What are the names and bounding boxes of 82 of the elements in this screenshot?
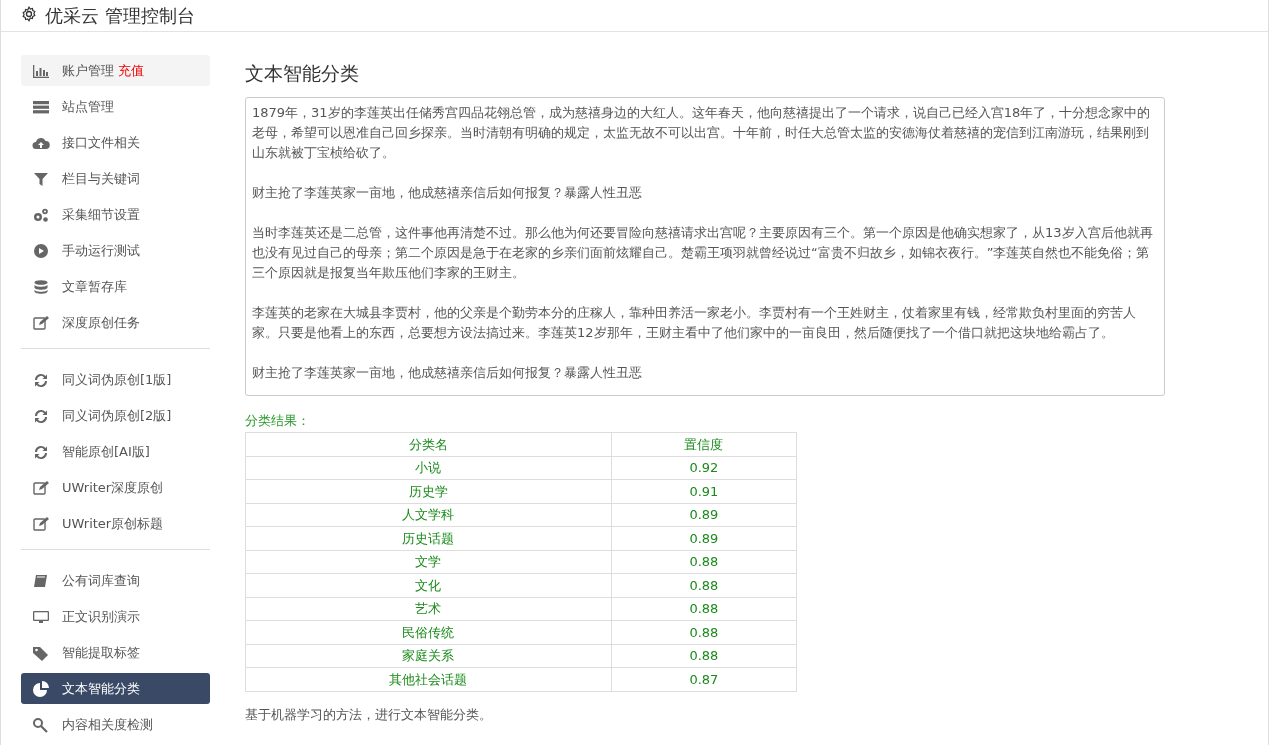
sidebar-item[interactable]: 智能提取标签 xyxy=(21,637,210,668)
table-cell: 小说 xyxy=(245,456,612,480)
sidebar-label: 智能提取标签 xyxy=(62,643,140,662)
table-cell: 艺术 xyxy=(245,597,612,621)
edit-icon xyxy=(32,314,50,331)
magnifier-icon xyxy=(32,716,50,733)
refresh-icon xyxy=(32,407,50,424)
edit-icon xyxy=(32,479,50,496)
sidebar-label: 采集细节设置 xyxy=(62,205,140,224)
settings-icon xyxy=(21,6,37,22)
table-cell: 0.88 xyxy=(611,550,797,574)
book-icon xyxy=(32,572,50,589)
sidebar-label: 正文识别演示 xyxy=(62,607,140,626)
table-cell: 0.87 xyxy=(611,667,797,692)
sidebar-item[interactable]: 栏目与关键词 xyxy=(21,163,210,194)
sidebar-label: 接口文件相关 xyxy=(62,133,140,152)
sidebar-item[interactable]: UWriter原创标题 xyxy=(21,508,210,539)
sidebar-label: 账户管理 xyxy=(62,61,114,80)
sidebar-label: 公有词库查询 xyxy=(62,571,140,590)
table-cell: 0.88 xyxy=(611,573,797,598)
pie-chart-icon xyxy=(32,680,50,697)
table-cell: 0.89 xyxy=(611,503,797,527)
table-cell: 0.89 xyxy=(611,526,797,551)
sidebar-item[interactable]: 文章暂存库 xyxy=(21,271,210,302)
database-icon xyxy=(32,278,50,295)
recharge-link[interactable]: 充值 xyxy=(118,60,144,81)
chart-icon xyxy=(32,62,50,79)
table-cell: 家庭关系 xyxy=(245,644,612,668)
text-input-field[interactable]: 1879年，31岁的李莲英出任储秀宫四品花翎总管，成为慈禧身边的大红人。这年春天，他向慈禧提出了一个请求，说自己已经入宫18年了，十分想念家中的老母，希望可以恩准自己回乡探亲。当时清朝有明确的规定，太监无故不可以出宫。十年前，时任大总管太监的安德海仗着慈禧的宠信到江南游玩，结果刚到山东就被丁宝桢给砍了。 财主抢了李莲英家一亩地，他成慈禧亲信后如何报复？暴露人性丑恶 当时李莲英还是二总管，这件事他再清楚不过。那么他为何还要冒险向慈禧请求出宫呢？主要原因有三个。第一个原因是他确实想家了，从13岁入宫后他就再也没有见过自己的母亲；第二个原因是急于在老家的乡亲们面前炫耀自己。楚霸王项羽就曾经说过“富贵不归故乡，如锦衣夜行。”李莲英自然也不能免俗；第三个原因就是报复当年欺压他们李家的王财主。 李莲英的老家在大城县李贾村，他的父亲是个勤劳本分的庄稼人，靠种田养活一家老小。李贾村有一个王姓财主，仗着家里有钱，经常欺负村里面的穷苦人家。只要是他看上的东西，总要想方设法搞过来。李莲英12岁那年，王财主看中了他们家中的一亩良田，然后随便找了一个借口就把这块地给霸占了。 财主抢了李莲英家一亩地，他成慈禧亲信后如何报复？暴露人性丑恶 xyxy=(245,96,1165,396)
sidebar-item[interactable]: 正文识别演示 xyxy=(21,601,210,632)
gears-icon xyxy=(32,206,50,223)
sidebar-item[interactable]: 内容相关度检测 xyxy=(21,709,210,740)
table-cell: 0.91 xyxy=(611,479,797,504)
sidebar-item[interactable]: UWriter深度原创 xyxy=(21,472,210,503)
sidebar-label: 同义词伪原创[1版] xyxy=(62,370,172,389)
description-text: 基于机器学习的方法，进行文本智能分类。 xyxy=(245,705,493,724)
sidebar-label: UWriter深度原创 xyxy=(62,478,164,497)
sidebar-label: 手动运行测试 xyxy=(62,241,140,260)
refresh-icon xyxy=(32,443,50,460)
column-header: 分类名 xyxy=(245,432,612,457)
sidebar-item[interactable]: 深度原创任务 xyxy=(21,307,210,338)
sidebar-item[interactable]: 账户管理 充值 xyxy=(21,55,210,86)
table-cell: 0.88 xyxy=(611,620,797,645)
table-cell: 0.88 xyxy=(611,597,797,621)
server-icon xyxy=(32,98,50,115)
tag-icon xyxy=(32,644,50,661)
sidebar-label: 站点管理 xyxy=(62,97,114,116)
refresh-icon xyxy=(32,371,50,388)
monitor-icon xyxy=(32,608,50,625)
console-title: 优采云 管理控制台 xyxy=(45,4,195,28)
sidebar-item[interactable]: 采集细节设置 xyxy=(21,199,210,230)
sidebar-label: 栏目与关键词 xyxy=(62,169,140,188)
result-label: 分类结果： xyxy=(245,411,311,430)
edit-icon xyxy=(32,515,50,532)
sidebar-item[interactable]: 同义词伪原创[1版] xyxy=(21,364,210,395)
table-cell: 其他社会话题 xyxy=(245,667,612,692)
column-header: 置信度 xyxy=(611,432,797,457)
sidebar-label: 同义词伪原创[2版] xyxy=(62,406,172,425)
sidebar-item[interactable]: 手动运行测试 xyxy=(21,235,210,266)
sidebar-item[interactable]: 站点管理 xyxy=(21,91,210,122)
sidebar-item[interactable]: 公有词库查询 xyxy=(21,565,210,596)
sidebar-item[interactable]: 智能原创[AI版] xyxy=(21,436,210,467)
sidebar-item[interactable]: 文本智能分类 xyxy=(21,673,210,704)
table-cell: 0.88 xyxy=(611,644,797,668)
sidebar-label: 文章暂存库 xyxy=(62,277,127,296)
sidebar-label: 深度原创任务 xyxy=(62,313,140,332)
table-cell: 文学 xyxy=(245,550,612,574)
table-cell: 历史话题 xyxy=(245,526,612,551)
play-icon xyxy=(32,242,50,259)
sidebar-label: 内容相关度检测 xyxy=(62,715,153,734)
sidebar-label: 智能原创[AI版] xyxy=(62,442,150,461)
page-title: 文本智能分类 xyxy=(245,62,360,85)
sidebar-label: 文本智能分类 xyxy=(62,679,140,698)
table-cell: 0.92 xyxy=(611,456,797,480)
table-cell: 人文学科 xyxy=(245,503,612,527)
table-cell: 文化 xyxy=(245,573,612,598)
sidebar-item[interactable]: 同义词伪原创[2版] xyxy=(21,400,210,431)
table-cell: 民俗传统 xyxy=(245,620,612,645)
filter-icon xyxy=(32,170,50,187)
sidebar-label: UWriter原创标题 xyxy=(62,514,164,533)
sidebar-item[interactable]: 接口文件相关 xyxy=(21,127,210,158)
table-cell: 历史学 xyxy=(245,479,612,504)
